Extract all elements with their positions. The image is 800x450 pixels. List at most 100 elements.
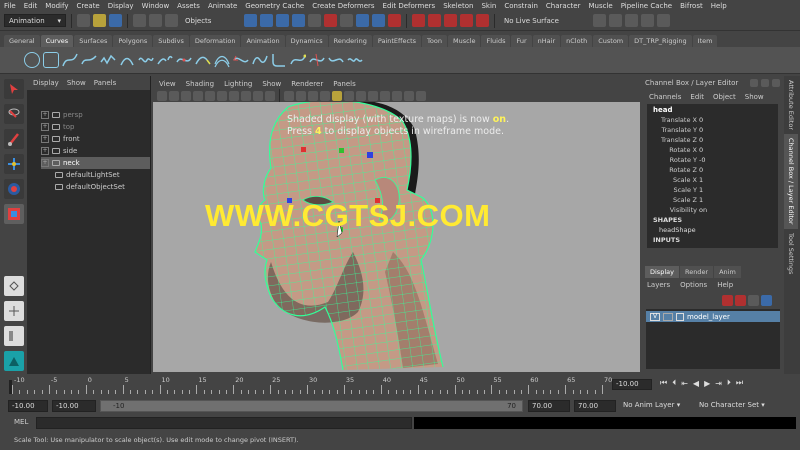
attribute-value[interactable]: on [699, 206, 733, 214]
menu-assets[interactable]: Assets [177, 2, 200, 10]
attribute-value[interactable]: -0 [699, 156, 733, 164]
nurbs-circle-icon[interactable] [24, 52, 40, 68]
shelf-tab-ncloth[interactable]: nCloth [561, 34, 593, 47]
go-to-end-icon[interactable]: ⏭ [736, 378, 743, 388]
attribute-row-scale-z[interactable]: Scale Z1 [647, 195, 778, 205]
new-layer-selected-icon[interactable] [761, 294, 772, 306]
attribute-value[interactable]: 1 [699, 176, 733, 184]
time-ruler[interactable]: -10 -5 0 5 10 15 20 25 30 35 40 45 50 55 60 65 70 [8, 374, 612, 396]
shelf-tab-fur[interactable]: Fur [511, 34, 532, 47]
menu-muscle[interactable]: Muscle [588, 2, 612, 10]
smooth-shade-icon[interactable] [296, 90, 306, 101]
play-backwards-icon[interactable]: ◀ [693, 379, 699, 388]
shelf-tab-toon[interactable]: Toon [422, 34, 447, 47]
move-layer-down-icon[interactable] [735, 294, 746, 306]
control-point[interactable] [339, 148, 344, 153]
move-tool-icon[interactable] [4, 154, 24, 174]
gate-mask-icon[interactable] [241, 90, 251, 101]
control-point[interactable] [301, 147, 306, 152]
current-time-indicator[interactable] [9, 380, 12, 394]
rebuild-curve-icon[interactable] [252, 52, 268, 68]
attribute-value[interactable]: 0 [699, 166, 733, 174]
render-frame-icon[interactable] [412, 14, 425, 27]
attribute-row-rotate-y[interactable]: Rotate Y -0 [647, 155, 778, 165]
shadows-icon[interactable] [344, 90, 354, 101]
textured-icon[interactable] [320, 90, 330, 101]
time-slider[interactable]: -10 -5 0 5 10 15 20 25 30 35 40 45 50 55 60 65 70 -10.00… [0, 374, 800, 396]
menuset-dropdown[interactable]: Animation ▾ [4, 14, 66, 27]
viewport-menu-show[interactable]: Show [262, 80, 281, 88]
lasso-tool-icon[interactable] [4, 104, 24, 124]
shelf-tab-curves[interactable]: Curves [40, 34, 74, 47]
step-back-frame-icon[interactable]: ⏴ [672, 378, 676, 388]
viewport-menu-shading[interactable]: Shading [186, 80, 214, 88]
input-icon[interactable] [356, 14, 369, 27]
outliner-menu-display[interactable]: Display [33, 79, 59, 87]
select-by-type-icon[interactable] [244, 14, 257, 27]
menu-skeleton[interactable]: Skeleton [443, 2, 473, 10]
pencil-curve-icon[interactable] [100, 52, 116, 68]
scale-tool-icon[interactable] [4, 204, 24, 224]
anim-layer-dropdown[interactable]: No Anim Layer ▾ [620, 400, 696, 412]
sidebar-toggle-icon[interactable] [625, 14, 638, 27]
layer-color-swatch[interactable] [676, 312, 684, 321]
go-to-start-icon[interactable]: ⏮ [660, 378, 667, 388]
attribute-row-scale-x[interactable]: Scale X1 [647, 175, 778, 185]
combined-icon[interactable] [772, 79, 780, 87]
menu-create-deformers[interactable]: Create Deformers [312, 2, 374, 10]
extend-curve-icon[interactable] [195, 52, 211, 68]
channel-box-menu-channels[interactable]: Channels [649, 93, 681, 101]
xray-icon[interactable] [404, 90, 414, 101]
insert-knot-icon[interactable] [176, 52, 192, 68]
channel-box-icon[interactable] [750, 79, 758, 87]
menu-skin[interactable]: Skin [481, 2, 496, 10]
sidebar-toggle-icon[interactable] [593, 14, 606, 27]
shelf-tab-item[interactable]: Item [692, 34, 718, 47]
outliner-item-top[interactable]: + top [41, 121, 150, 133]
shelf-tab-rendering[interactable]: Rendering [328, 34, 372, 47]
layer-tab-anim[interactable]: Anim [714, 265, 741, 278]
menu-create[interactable]: Create [76, 2, 99, 10]
hypershade-icon[interactable] [460, 14, 473, 27]
add-points-icon[interactable] [290, 52, 306, 68]
sidebar-toggle-icon[interactable] [657, 14, 670, 27]
character-set-dropdown[interactable]: No Character Set ▾ [696, 400, 786, 412]
side-tab-tool-settings[interactable]: Tool Settings [784, 229, 798, 278]
snap-point-icon[interactable] [292, 14, 305, 27]
attach-curves-icon[interactable] [138, 52, 154, 68]
outliner-item-front[interactable]: + front [41, 133, 150, 145]
select-hierarchy-icon[interactable] [133, 14, 146, 27]
attribute-value[interactable]: 0 [699, 116, 733, 124]
attribute-value[interactable]: 0 [699, 146, 733, 154]
resolution-gate-icon[interactable] [229, 90, 239, 101]
shelf-tab-dt_trp_rigging[interactable]: DT_TRP_Rigging [629, 34, 692, 47]
layer-row[interactable]: V model_layer [646, 311, 780, 322]
curve-editing-tool-icon[interactable] [309, 52, 325, 68]
attribute-row-scale-y[interactable]: Scale Y1 [647, 185, 778, 195]
arc-curve-icon[interactable] [119, 52, 135, 68]
cv-curve-icon[interactable] [62, 52, 78, 68]
four-view-layout-icon[interactable] [4, 301, 24, 321]
channel-box-menu-object[interactable]: Object [713, 93, 736, 101]
shelf-tab-animation[interactable]: Animation [241, 34, 285, 47]
offset-curve-icon[interactable] [214, 52, 230, 68]
shelf-tab-fluids[interactable]: Fluids [481, 34, 511, 47]
menu-edit[interactable]: Edit [24, 2, 38, 10]
menu-geometry-cache[interactable]: Geometry Cache [245, 2, 304, 10]
wireframe-on-shaded-icon[interactable] [308, 90, 318, 101]
step-forward-key-icon[interactable]: ⇥ [715, 379, 722, 388]
outliner-item-defaultobjectset[interactable]: defaultObjectSet [41, 181, 150, 193]
snap-plane-icon[interactable] [308, 14, 321, 27]
sidebar-toggle-icon[interactable] [609, 14, 622, 27]
step-back-key-icon[interactable]: ⇤ [681, 379, 688, 388]
viewport-menu-view[interactable]: View [159, 80, 176, 88]
range-bar[interactable]: -10 70 [100, 400, 523, 412]
outliner-menu-show[interactable]: Show [67, 79, 86, 87]
render-settings-icon[interactable] [444, 14, 457, 27]
current-frame-field[interactable]: -10.00 [612, 379, 652, 390]
outliner-item-defaultlightset[interactable]: defaultLightSet [41, 169, 150, 181]
attribute-row-translate-y[interactable]: Translate Y0 [647, 125, 778, 135]
head-model[interactable] [153, 102, 640, 372]
smooth-curve-icon[interactable] [347, 52, 363, 68]
attribute-row-translate-z[interactable]: Translate Z0 [647, 135, 778, 145]
